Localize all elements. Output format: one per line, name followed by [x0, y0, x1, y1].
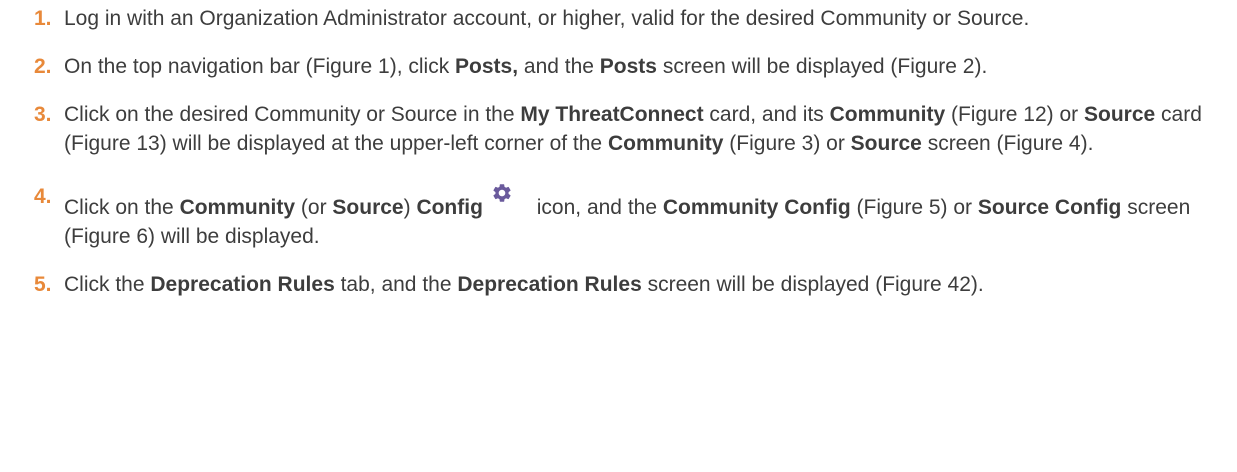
step-number: 2. [34, 55, 52, 78]
community-config-bold: Community Config [662, 196, 851, 219]
step-number: 4. [34, 185, 52, 208]
step-3: 3. Click on the desired Community or Sou… [34, 100, 1234, 158]
step-1: 1. Log in with an Organization Administr… [34, 4, 1234, 33]
step-text: Log in with an Organization Administrato… [64, 7, 1030, 30]
config-bold: Config [416, 196, 483, 219]
step-text: Click on the [64, 196, 180, 219]
document-body: 1. Log in with an Organization Administr… [0, 0, 1237, 472]
step-2: 2. On the top navigation bar (Figure 1),… [34, 52, 1234, 81]
source-bold: Source [332, 196, 404, 219]
instruction-list: 1. Log in with an Organization Administr… [34, 4, 1237, 299]
posts-bold: Posts, [455, 55, 519, 78]
community-screen-bold: Community [607, 132, 724, 155]
step-number: 3. [34, 103, 52, 126]
step-text: icon, and the [530, 196, 663, 219]
step-number: 5. [34, 273, 52, 296]
step-number: 1. [34, 7, 52, 30]
step-5: 5. Click the Deprecation Rules tab, and … [34, 270, 1234, 299]
step-text: (or [295, 196, 333, 219]
step-text: Click on the desired Community or Source… [64, 103, 521, 126]
source-bold: Source [1084, 103, 1156, 126]
step-text: On the top navigation bar (Figure 1), cl… [64, 55, 456, 78]
step-text: and the [518, 55, 600, 78]
source-config-bold: Source Config [977, 196, 1122, 219]
source-screen-bold: Source [850, 132, 922, 155]
step-4: 4. Click on the Community (or Source) Co… [34, 182, 1234, 251]
gear-icon [491, 182, 513, 204]
my-threatconnect-bold: My ThreatConnect [520, 103, 704, 126]
step-text: ) [403, 196, 417, 219]
step-text: card, and its [703, 103, 830, 126]
community-bold: Community [179, 196, 296, 219]
step-text: (Figure 3) or [723, 132, 851, 155]
community-bold: Community [829, 103, 946, 126]
step-text: tab, and the [334, 273, 458, 296]
posts-screen-bold: Posts [599, 55, 657, 78]
step-text: screen will be displayed (Figure 2). [656, 55, 988, 78]
step-text: screen (Figure 4). [921, 132, 1094, 155]
step-text: Click the [64, 273, 151, 296]
deprecation-rules-tab-bold: Deprecation Rules [150, 273, 335, 296]
step-text: screen will be displayed (Figure 42). [641, 273, 984, 296]
step-text: (Figure 12) or [945, 103, 1085, 126]
step-text: (Figure 5) or [850, 196, 978, 219]
deprecation-rules-screen-bold: Deprecation Rules [457, 273, 642, 296]
